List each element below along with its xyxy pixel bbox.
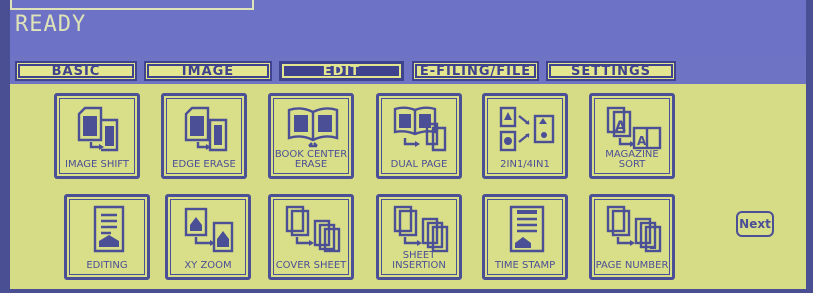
edge-erase-button[interactable]: EDGE ERASE	[161, 93, 247, 179]
dual-page-button[interactable]: DUAL PAGE	[376, 93, 462, 179]
page-number-icon	[606, 205, 662, 253]
2in1-4in1-button[interactable]: 2IN1/4IN1	[482, 93, 568, 179]
tab-basic[interactable]: BASIC	[15, 61, 137, 81]
2in1-4in1-icon	[499, 106, 555, 152]
sheet-insertion-button[interactable]: SHEET INSERTION	[376, 194, 462, 280]
magazine-sort-icon: AA	[606, 106, 662, 150]
button-label: MAGAZINE SORT	[605, 149, 659, 170]
tab-e-filing-file[interactable]: E-FILING/FILE	[412, 61, 539, 81]
svg-text:A: A	[637, 134, 647, 148]
editing-icon	[93, 205, 125, 253]
tab-settings[interactable]: SETTINGS	[546, 61, 676, 81]
image-shift-button[interactable]: IMAGE SHIFT	[54, 93, 140, 179]
cover-sheet-button[interactable]: COVER SHEET	[268, 194, 354, 280]
button-label: PAGE NUMBER	[595, 260, 669, 271]
button-label: XY ZOOM	[184, 260, 232, 271]
top-field-fragment	[10, 0, 254, 10]
button-label: TIME STAMP	[494, 260, 556, 271]
button-label: EDITING	[86, 260, 128, 271]
xy-zoom-button[interactable]: XY ZOOM	[165, 194, 251, 280]
button-label: EDGE ERASE	[172, 159, 236, 170]
time-stamp-icon	[509, 205, 545, 253]
page-number-button[interactable]: PAGE NUMBER	[589, 194, 675, 280]
book-center-erase-icon	[287, 107, 339, 148]
dual-page-icon	[393, 106, 447, 152]
copier-screen: READY BASIC IMAGE EDIT E-FILING/FILE SET…	[10, 0, 806, 289]
image-shift-icon	[77, 106, 119, 152]
editing-button[interactable]: EDITING	[64, 194, 150, 280]
next-button[interactable]: Next	[736, 211, 774, 237]
cover-sheet-icon	[285, 205, 341, 253]
button-label: BOOK CENTER ERASE	[274, 149, 348, 170]
book-center-erase-button[interactable]: BOOK CENTER ERASE	[268, 93, 354, 179]
sheet-insertion-icon	[393, 205, 449, 253]
edge-erase-icon	[184, 106, 228, 152]
button-label: SHEET INSERTION	[392, 250, 446, 271]
status-bar: READY	[10, 0, 806, 56]
button-label: 2IN1/4IN1	[500, 159, 550, 170]
magazine-sort-button[interactable]: AA MAGAZINE SORT	[589, 93, 675, 179]
xy-zoom-icon	[184, 207, 234, 253]
button-label: DUAL PAGE	[390, 159, 448, 170]
status-text: READY	[15, 12, 87, 37]
button-label: COVER SHEET	[275, 260, 347, 271]
tab-edit[interactable]: EDIT	[279, 61, 404, 81]
time-stamp-button[interactable]: TIME STAMP	[482, 194, 568, 280]
svg-text:A: A	[615, 119, 626, 135]
tab-image[interactable]: IMAGE	[144, 61, 272, 81]
button-label: IMAGE SHIFT	[65, 159, 129, 170]
